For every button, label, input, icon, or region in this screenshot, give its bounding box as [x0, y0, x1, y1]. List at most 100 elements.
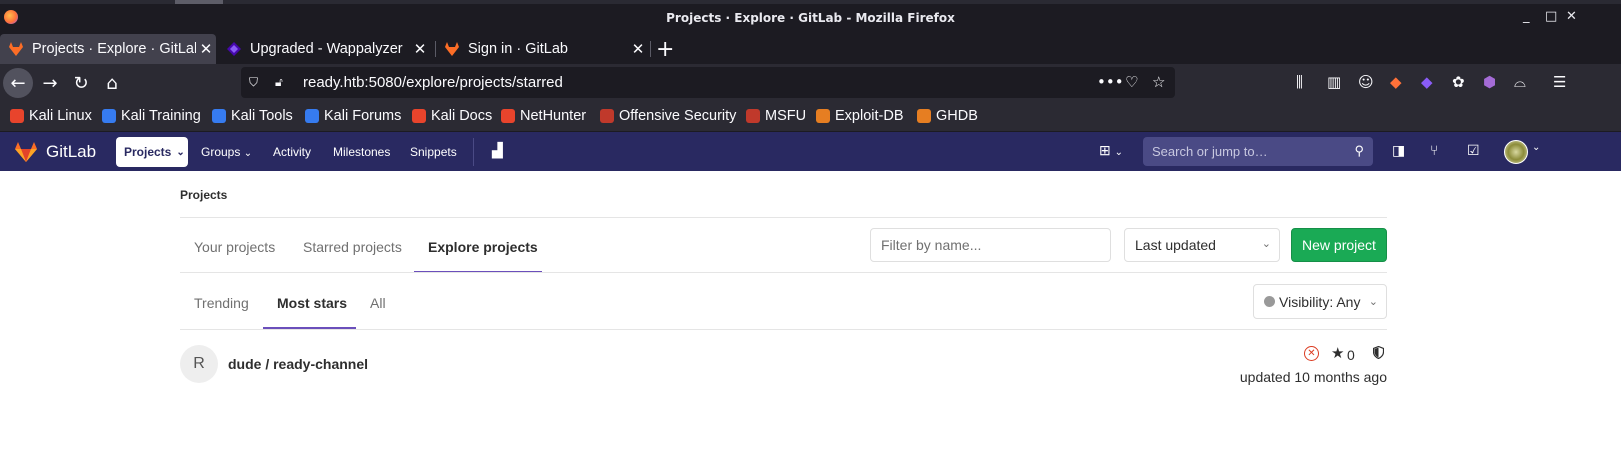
search-input[interactable]: Search or jump to… ⚲ [1143, 137, 1373, 166]
ghdb-icon [917, 109, 931, 123]
close-tab-icon[interactable]: ✕ [410, 40, 430, 58]
bookmark-kali-docs[interactable]: Kali Docs [412, 108, 492, 124]
insecure-lock-icon[interactable]: 🔓︎ [275, 75, 291, 90]
kali-icon [212, 109, 226, 123]
chevron-down-icon: ⌄ [176, 146, 185, 158]
nav-snippets[interactable]: Snippets [410, 145, 457, 159]
sidebar-icon[interactable]: ▥ [1327, 73, 1341, 91]
chart-icon[interactable]: ▟ [492, 142, 503, 159]
user-avatar[interactable] [1504, 140, 1528, 164]
new-tab-plus-icon[interactable]: + [656, 37, 674, 62]
nav-activity[interactable]: Activity [273, 145, 311, 159]
tab-label: Projects · Explore · GitLab [32, 41, 196, 57]
bookmark-nethunter[interactable]: NetHunter [501, 108, 586, 124]
sort-dropdown[interactable]: Last updated ⌄ [1124, 228, 1280, 262]
account-icon[interactable]: ☺ [1358, 73, 1374, 91]
kali-icon [10, 109, 24, 123]
reload-icon[interactable]: ↻ [66, 68, 96, 98]
forward-arrow-icon[interactable]: → [35, 68, 65, 98]
gitlab-brand[interactable]: GitLab [46, 142, 96, 162]
bookmark-ghdb[interactable]: GHDB [917, 108, 978, 124]
kali-docs-icon [412, 109, 426, 123]
projects-dropdown[interactable]: Projects ⌄ [116, 137, 188, 167]
bookmark-kali-linux[interactable]: Kali Linux [10, 108, 92, 124]
wappalyzer-favicon-icon [227, 42, 241, 56]
tab-starred-projects[interactable]: Starred projects [303, 239, 402, 255]
chevron-down-icon: ⌄ [243, 148, 253, 159]
extension-cube-icon[interactable]: ⬢ [1483, 73, 1496, 91]
cookie-icon[interactable]: ✿ [1452, 73, 1465, 91]
star-icon[interactable]: ★ [1331, 344, 1344, 362]
maximize-icon[interactable]: □ [1545, 9, 1557, 24]
visibility-dropdown[interactable]: Visibility: Any ⌄ [1253, 284, 1387, 319]
tab-trending[interactable]: Trending [194, 295, 249, 311]
url-text[interactable]: ready.htb:5080/explore/projects/starred [303, 74, 563, 91]
window-title: Projects · Explore · GitLab - Mozilla Fi… [666, 11, 955, 25]
new-plus-icon[interactable]: ⊞ ⌄ [1099, 142, 1123, 159]
star-count: 0 [1347, 347, 1355, 363]
kali-icon [305, 109, 319, 123]
project-avatar[interactable]: R [180, 345, 218, 383]
tracking-shield-icon[interactable]: ⛉ [249, 75, 265, 90]
tab-gitlab-projects[interactable]: Projects · Explore · GitLab ✕ [0, 34, 216, 64]
gitlab-logo-icon[interactable] [14, 141, 38, 163]
gitlab-header: GitLab Projects ⌄ Groups ⌄ Activity Mile… [0, 132, 1621, 171]
chevron-down-icon[interactable]: ⌄ [1532, 142, 1540, 153]
window-titlebar: Projects · Explore · GitLab - Mozilla Fi… [0, 0, 1621, 34]
tab-wappalyzer[interactable]: Upgraded - Wappalyzer ✕ [218, 34, 430, 64]
bookmark-kali-training[interactable]: Kali Training [102, 108, 201, 124]
offsec-icon [746, 109, 760, 123]
close-tab-icon[interactable]: ✕ [628, 40, 648, 58]
tab-gitlab-signin[interactable]: Sign in · GitLab ✕ [436, 34, 648, 64]
wappalyzer-icon[interactable]: ◆ [1421, 73, 1433, 91]
updated-timestamp: updated 10 months ago [1239, 369, 1387, 385]
home-icon[interactable]: ⌂ [97, 68, 127, 98]
sidebar-toggle-icon[interactable]: ◨ [1392, 142, 1405, 159]
hat-icon[interactable]: ⌓ [1514, 73, 1526, 91]
bookmark-msfu[interactable]: MSFU [746, 108, 806, 124]
pocket-icon[interactable]: ♡ [1125, 73, 1138, 91]
chevron-down-icon: ⌄ [1368, 296, 1378, 308]
chevron-down-icon: ⌄ [1261, 238, 1271, 250]
tab-bar: Projects · Explore · GitLab ✕ Upgraded -… [0, 34, 1621, 64]
minimize-icon[interactable]: _ [1523, 9, 1530, 24]
bookmark-kali-forums[interactable]: Kali Forums [305, 108, 401, 124]
gitlab-favicon-icon [445, 42, 459, 56]
menu-icon[interactable]: ☰ [1553, 73, 1566, 91]
back-arrow-icon[interactable]: ← [3, 68, 33, 98]
bookmark-exploit-db[interactable]: Exploit-DB [816, 108, 904, 124]
project-name-link[interactable]: dude / ready-channel [228, 356, 368, 372]
address-bar[interactable]: ⛉ 🔓︎ ready.htb:5080/explore/projects/sta… [241, 67, 1175, 98]
todo-check-icon[interactable]: ☑ [1467, 142, 1480, 159]
bookmark-star-icon[interactable]: ☆ [1152, 73, 1165, 91]
page-actions-icon[interactable]: ••• [1097, 73, 1124, 91]
close-tab-icon[interactable]: ✕ [196, 40, 216, 58]
library-icon[interactable]: ⫼ [1296, 73, 1303, 91]
pipeline-failed-icon[interactable]: ✕ [1304, 346, 1319, 361]
globe-icon [1264, 296, 1275, 307]
search-icon: ⚲ [1354, 143, 1364, 158]
navigation-toolbar: ← → ↻ ⌂ ⛉ 🔓︎ ready.htb:5080/explore/proj… [0, 64, 1621, 102]
tab-your-projects[interactable]: Your projects [194, 239, 275, 255]
exploit-db-icon [816, 109, 830, 123]
close-window-icon[interactable]: ✕ [1566, 9, 1577, 24]
tab-label: Upgraded - Wappalyzer [250, 41, 403, 57]
tab-explore-projects[interactable]: Explore projects [428, 239, 538, 255]
kali-icon [102, 109, 116, 123]
tab-all[interactable]: All [370, 295, 386, 311]
breadcrumb[interactable]: Projects [180, 188, 227, 202]
nav-groups[interactable]: Groups ⌄ [201, 145, 252, 159]
shield-visibility-icon [1373, 346, 1384, 359]
bookmark-offensive-security[interactable]: Offensive Security [600, 108, 736, 124]
page-content: Projects Your projects Starred projects … [0, 171, 1621, 461]
filter-by-name-input[interactable]: Filter by name... [870, 228, 1111, 262]
new-project-button[interactable]: New project [1291, 228, 1387, 262]
top-taskbar-strip [0, 0, 1621, 4]
nethunter-icon [501, 109, 515, 123]
bookmarks-toolbar: Kali Linux Kali Training Kali Tools Kali… [0, 102, 1621, 132]
nav-milestones[interactable]: Milestones [333, 145, 390, 159]
bookmark-kali-tools[interactable]: Kali Tools [212, 108, 293, 124]
tab-most-stars[interactable]: Most stars [277, 295, 347, 311]
foxyproxy-icon[interactable]: ◆ [1390, 73, 1402, 91]
merge-request-icon[interactable]: ⑂ [1430, 142, 1438, 158]
